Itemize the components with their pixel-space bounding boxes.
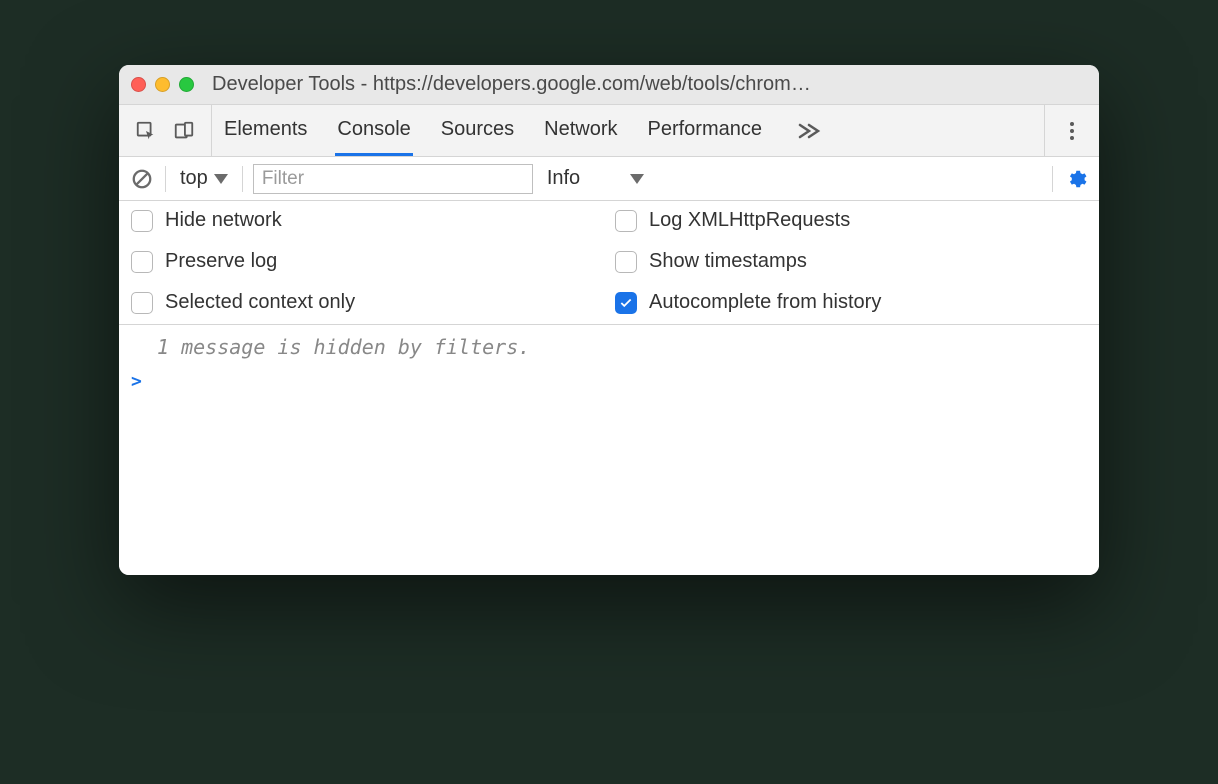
setting-preserve-log[interactable]: Preserve log — [125, 250, 609, 273]
tab-sources[interactable]: Sources — [439, 105, 516, 156]
setting-label: Log XMLHttpRequests — [649, 209, 850, 232]
console-settings-icon[interactable] — [1063, 166, 1089, 192]
console-output: 1 message is hidden by filters. > — [119, 325, 1099, 575]
device-toolbar-icon[interactable] — [171, 118, 197, 144]
setting-log-xhr[interactable]: Log XMLHttpRequests — [609, 209, 1093, 232]
log-level-selector[interactable]: Info — [543, 167, 648, 190]
setting-label: Show timestamps — [649, 250, 807, 273]
context-label: top — [180, 167, 208, 190]
setting-label: Preserve log — [165, 250, 277, 273]
console-prompt[interactable]: > — [119, 365, 1099, 398]
execution-context-selector[interactable]: top — [176, 167, 232, 190]
chevron-down-icon — [214, 174, 228, 184]
tab-console[interactable]: Console — [335, 105, 412, 156]
checkbox[interactable] — [131, 251, 153, 273]
panel-tabs: Elements Console Sources Network Perform… — [212, 105, 838, 156]
setting-autocomplete-history[interactable]: Autocomplete from history — [609, 291, 1093, 314]
checkbox[interactable] — [615, 210, 637, 232]
devtools-window: Developer Tools - https://developers.goo… — [119, 65, 1099, 575]
level-label: Info — [547, 167, 580, 190]
checkbox[interactable] — [131, 292, 153, 314]
filter-input[interactable] — [253, 164, 533, 194]
checkbox[interactable] — [615, 251, 637, 273]
separator — [242, 166, 243, 192]
setting-selected-context-only[interactable]: Selected context only — [125, 291, 609, 314]
maximize-window-button[interactable] — [179, 77, 194, 92]
inspect-element-icon[interactable] — [133, 118, 159, 144]
close-window-button[interactable] — [131, 77, 146, 92]
setting-label: Selected context only — [165, 291, 355, 314]
tabbar-leading — [119, 105, 212, 156]
tab-performance[interactable]: Performance — [646, 105, 765, 156]
setting-show-timestamps[interactable]: Show timestamps — [609, 250, 1093, 273]
tabbar-trailing — [1044, 105, 1099, 156]
setting-hide-network[interactable]: Hide network — [125, 209, 609, 232]
chevron-down-icon — [630, 174, 644, 184]
console-toolbar: top Info — [119, 157, 1099, 201]
window-title: Developer Tools - https://developers.goo… — [212, 73, 1087, 96]
minimize-window-button[interactable] — [155, 77, 170, 92]
setting-label: Autocomplete from history — [649, 291, 881, 314]
more-tabs-button[interactable] — [790, 105, 828, 156]
window-controls — [131, 77, 194, 92]
separator — [1052, 166, 1053, 192]
main-tabbar: Elements Console Sources Network Perform… — [119, 105, 1099, 157]
separator — [165, 166, 166, 192]
checkbox[interactable] — [615, 292, 637, 314]
checkbox[interactable] — [131, 210, 153, 232]
console-settings-panel: Hide network Log XMLHttpRequests Preserv… — [119, 201, 1099, 325]
tab-network[interactable]: Network — [542, 105, 619, 156]
tab-elements[interactable]: Elements — [222, 105, 309, 156]
setting-label: Hide network — [165, 209, 282, 232]
clear-console-icon[interactable] — [129, 166, 155, 192]
filtered-messages-notice: 1 message is hidden by filters. — [119, 331, 1099, 365]
kebab-menu-button[interactable] — [1059, 118, 1085, 144]
titlebar: Developer Tools - https://developers.goo… — [119, 65, 1099, 105]
